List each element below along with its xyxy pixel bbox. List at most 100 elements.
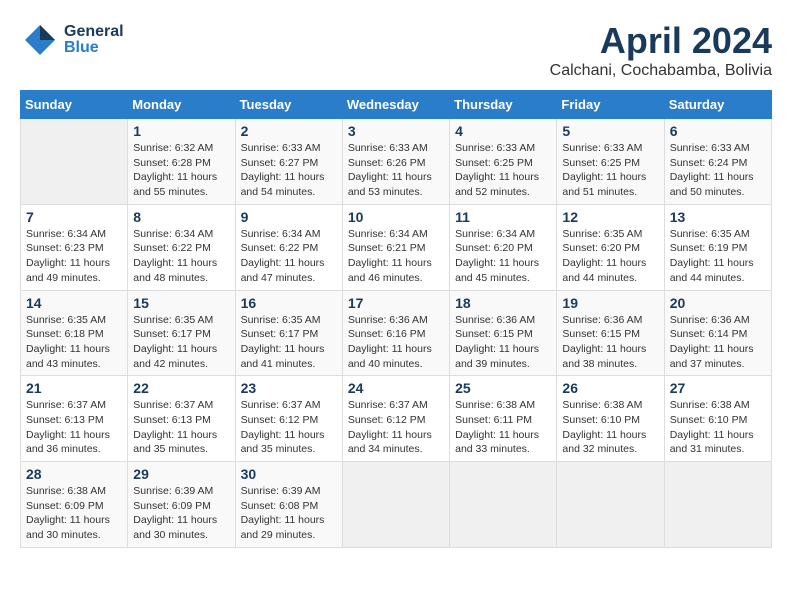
day-info: Sunrise: 6:36 AM Sunset: 6:14 PM Dayligh… <box>670 313 766 372</box>
calendar-cell: 4 Sunrise: 6:33 AM Sunset: 6:25 PM Daylig… <box>450 119 557 205</box>
day-number: 7 <box>26 209 122 225</box>
logo-text: General Blue <box>64 24 124 56</box>
calendar-cell <box>664 462 771 548</box>
calendar-cell: 16Sunrise: 6:35 AM Sunset: 6:17 PM Dayli… <box>235 290 342 376</box>
calendar-cell: 21 Sunrise: 6:37 AM Sunset: 6:13 PM Dayli… <box>21 376 128 462</box>
day-info: Sunrise: 6:35 AM Sunset: 6:20 PM Dayligh… <box>562 227 658 286</box>
calendar-cell: 7 Sunrise: 6:34 AM Sunset: 6:23 PM Daylig… <box>21 204 128 290</box>
day-number: 2 <box>241 123 337 139</box>
header-day-sunday: Sunday <box>21 91 128 119</box>
calendar-cell: 24 Sunrise: 6:37 AM Sunset: 6:12 PM Dayli… <box>342 376 449 462</box>
day-number: 21 <box>26 380 122 396</box>
calendar-cell: 12 Sunrise: 6:35 AM Sunset: 6:20 PM Dayli… <box>557 204 664 290</box>
month-title: April 2024 <box>550 20 772 62</box>
logo-blue: Blue <box>64 40 124 56</box>
calendar-week-5: 28Sunrise: 6:38 AM Sunset: 6:09 PM Dayli… <box>21 462 772 548</box>
calendar-cell: 15 Sunrise: 6:35 AM Sunset: 6:17 PM Dayli… <box>128 290 235 376</box>
day-info: Sunrise: 6:36 AM Sunset: 6:15 PM Dayligh… <box>455 313 551 372</box>
day-number: 26 <box>562 380 658 396</box>
calendar-cell: 10Sunrise: 6:34 AM Sunset: 6:21 PM Dayli… <box>342 204 449 290</box>
day-number: 1 <box>133 123 229 139</box>
day-info: Sunrise: 6:36 AM Sunset: 6:16 PM Dayligh… <box>348 313 444 372</box>
logo-icon <box>20 20 60 60</box>
calendar-cell: 14 Sunrise: 6:35 AM Sunset: 6:18 PM Dayli… <box>21 290 128 376</box>
calendar-cell <box>21 119 128 205</box>
calendar-week-3: 14 Sunrise: 6:35 AM Sunset: 6:18 PM Dayli… <box>21 290 772 376</box>
day-number: 4 <box>455 123 551 139</box>
day-number: 19 <box>562 295 658 311</box>
calendar-cell: 29 Sunrise: 6:39 AM Sunset: 6:09 PM Dayli… <box>128 462 235 548</box>
header-day-thursday: Thursday <box>450 91 557 119</box>
day-info: Sunrise: 6:34 AM Sunset: 6:22 PM Dayligh… <box>133 227 229 286</box>
header-day-friday: Friday <box>557 91 664 119</box>
calendar-cell: 22 Sunrise: 6:37 AM Sunset: 6:13 PM Dayli… <box>128 376 235 462</box>
day-number: 3 <box>348 123 444 139</box>
day-info: Sunrise: 6:38 AM Sunset: 6:10 PM Dayligh… <box>562 398 658 457</box>
calendar-cell <box>342 462 449 548</box>
day-info: Sunrise: 6:38 AM Sunset: 6:10 PM Dayligh… <box>670 398 766 457</box>
day-number: 18 <box>455 295 551 311</box>
day-info: Sunrise: 6:35 AM Sunset: 6:17 PM Dayligh… <box>133 313 229 372</box>
day-number: 20 <box>670 295 766 311</box>
calendar-week-1: 1 Sunrise: 6:32 AM Sunset: 6:28 PM Daylig… <box>21 119 772 205</box>
calendar-cell: 30Sunrise: 6:39 AM Sunset: 6:08 PM Dayli… <box>235 462 342 548</box>
header-day-saturday: Saturday <box>664 91 771 119</box>
calendar-body: 1 Sunrise: 6:32 AM Sunset: 6:28 PM Daylig… <box>21 119 772 548</box>
day-number: 13 <box>670 209 766 225</box>
day-info: Sunrise: 6:32 AM Sunset: 6:28 PM Dayligh… <box>133 141 229 200</box>
day-number: 27 <box>670 380 766 396</box>
day-number: 5 <box>562 123 658 139</box>
day-info: Sunrise: 6:37 AM Sunset: 6:13 PM Dayligh… <box>26 398 122 457</box>
day-number: 14 <box>26 295 122 311</box>
calendar-cell: 27 Sunrise: 6:38 AM Sunset: 6:10 PM Dayli… <box>664 376 771 462</box>
logo-general: General <box>64 24 124 40</box>
calendar-cell <box>450 462 557 548</box>
day-info: Sunrise: 6:34 AM Sunset: 6:21 PM Dayligh… <box>348 227 444 286</box>
logo: General Blue <box>20 20 124 60</box>
calendar-cell: 9 Sunrise: 6:34 AM Sunset: 6:22 PM Daylig… <box>235 204 342 290</box>
calendar-cell <box>557 462 664 548</box>
day-info: Sunrise: 6:39 AM Sunset: 6:09 PM Dayligh… <box>133 484 229 543</box>
calendar-header: SundayMondayTuesdayWednesdayThursdayFrid… <box>21 91 772 119</box>
calendar-cell: 26 Sunrise: 6:38 AM Sunset: 6:10 PM Dayli… <box>557 376 664 462</box>
day-number: 12 <box>562 209 658 225</box>
calendar-cell: 25 Sunrise: 6:38 AM Sunset: 6:11 PM Dayli… <box>450 376 557 462</box>
day-info: Sunrise: 6:33 AM Sunset: 6:25 PM Dayligh… <box>455 141 551 200</box>
day-info: Sunrise: 6:37 AM Sunset: 6:12 PM Dayligh… <box>348 398 444 457</box>
location-title: Calchani, Cochabamba, Bolivia <box>550 62 772 80</box>
day-info: Sunrise: 6:34 AM Sunset: 6:22 PM Dayligh… <box>241 227 337 286</box>
day-info: Sunrise: 6:39 AM Sunset: 6:08 PM Dayligh… <box>241 484 337 543</box>
day-info: Sunrise: 6:33 AM Sunset: 6:26 PM Dayligh… <box>348 141 444 200</box>
calendar-cell: 5 Sunrise: 6:33 AM Sunset: 6:25 PM Daylig… <box>557 119 664 205</box>
calendar-cell: 1 Sunrise: 6:32 AM Sunset: 6:28 PM Daylig… <box>128 119 235 205</box>
header-day-monday: Monday <box>128 91 235 119</box>
calendar-cell: 23Sunrise: 6:37 AM Sunset: 6:12 PM Dayli… <box>235 376 342 462</box>
day-number: 9 <box>241 209 337 225</box>
day-info: Sunrise: 6:34 AM Sunset: 6:20 PM Dayligh… <box>455 227 551 286</box>
day-info: Sunrise: 6:37 AM Sunset: 6:13 PM Dayligh… <box>133 398 229 457</box>
header-day-wednesday: Wednesday <box>342 91 449 119</box>
day-number: 29 <box>133 466 229 482</box>
day-number: 15 <box>133 295 229 311</box>
day-info: Sunrise: 6:33 AM Sunset: 6:24 PM Dayligh… <box>670 141 766 200</box>
day-number: 24 <box>348 380 444 396</box>
day-info: Sunrise: 6:33 AM Sunset: 6:27 PM Dayligh… <box>241 141 337 200</box>
day-number: 8 <box>133 209 229 225</box>
day-number: 11 <box>455 209 551 225</box>
day-info: Sunrise: 6:34 AM Sunset: 6:23 PM Dayligh… <box>26 227 122 286</box>
day-info: Sunrise: 6:36 AM Sunset: 6:15 PM Dayligh… <box>562 313 658 372</box>
calendar-week-2: 7 Sunrise: 6:34 AM Sunset: 6:23 PM Daylig… <box>21 204 772 290</box>
calendar-cell: 18 Sunrise: 6:36 AM Sunset: 6:15 PM Dayli… <box>450 290 557 376</box>
day-number: 22 <box>133 380 229 396</box>
calendar-cell: 17Sunrise: 6:36 AM Sunset: 6:16 PM Dayli… <box>342 290 449 376</box>
day-info: Sunrise: 6:35 AM Sunset: 6:18 PM Dayligh… <box>26 313 122 372</box>
day-number: 6 <box>670 123 766 139</box>
day-info: Sunrise: 6:38 AM Sunset: 6:11 PM Dayligh… <box>455 398 551 457</box>
day-number: 25 <box>455 380 551 396</box>
day-info: Sunrise: 6:33 AM Sunset: 6:25 PM Dayligh… <box>562 141 658 200</box>
calendar-week-4: 21 Sunrise: 6:37 AM Sunset: 6:13 PM Dayli… <box>21 376 772 462</box>
calendar-cell: 20 Sunrise: 6:36 AM Sunset: 6:14 PM Dayli… <box>664 290 771 376</box>
calendar-cell: 28Sunrise: 6:38 AM Sunset: 6:09 PM Dayli… <box>21 462 128 548</box>
day-number: 16 <box>241 295 337 311</box>
day-info: Sunrise: 6:38 AM Sunset: 6:09 PM Dayligh… <box>26 484 122 543</box>
